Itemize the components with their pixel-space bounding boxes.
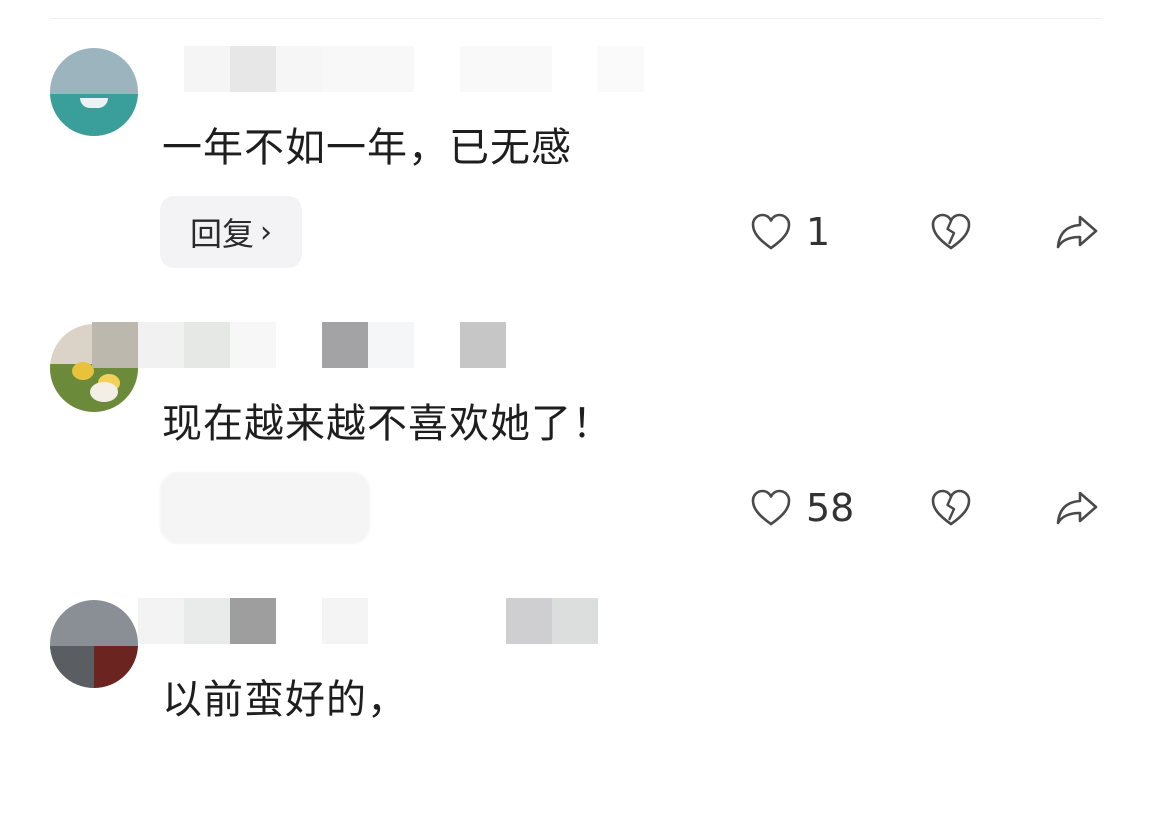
like-count: 58 (806, 486, 855, 530)
dislike-button[interactable] (930, 212, 972, 252)
share-arrow-icon (1056, 491, 1098, 525)
like-count: 1 (806, 210, 831, 254)
comment-text: 现在越来越不喜欢她了！ (162, 401, 613, 447)
comment-text: 以前蛮好的， (162, 677, 408, 723)
avatar[interactable] (50, 600, 138, 688)
share-button[interactable] (1054, 212, 1100, 252)
like-button[interactable]: 58 (750, 488, 854, 528)
reply-label: 回复 (189, 215, 254, 253)
reply-button[interactable] (160, 472, 370, 544)
comment-item: 一年不如一年，已无感 回复 › 1 (0, 0, 1161, 280)
heart-outline-icon (751, 213, 791, 250)
like-button[interactable]: 1 (750, 212, 830, 252)
reply-button[interactable]: 回复 › (160, 196, 302, 268)
share-arrow-icon (1056, 215, 1098, 249)
broken-heart-icon (931, 489, 971, 526)
avatar[interactable] (50, 48, 138, 136)
broken-heart-icon (931, 213, 971, 250)
comment-text: 一年不如一年，已无感 (162, 125, 572, 171)
heart-outline-icon (751, 489, 791, 526)
comment-item: 以前蛮好的， (0, 552, 1161, 832)
share-button[interactable] (1054, 488, 1100, 528)
chevron-right-icon: › (260, 214, 272, 250)
dislike-button[interactable] (930, 488, 972, 528)
